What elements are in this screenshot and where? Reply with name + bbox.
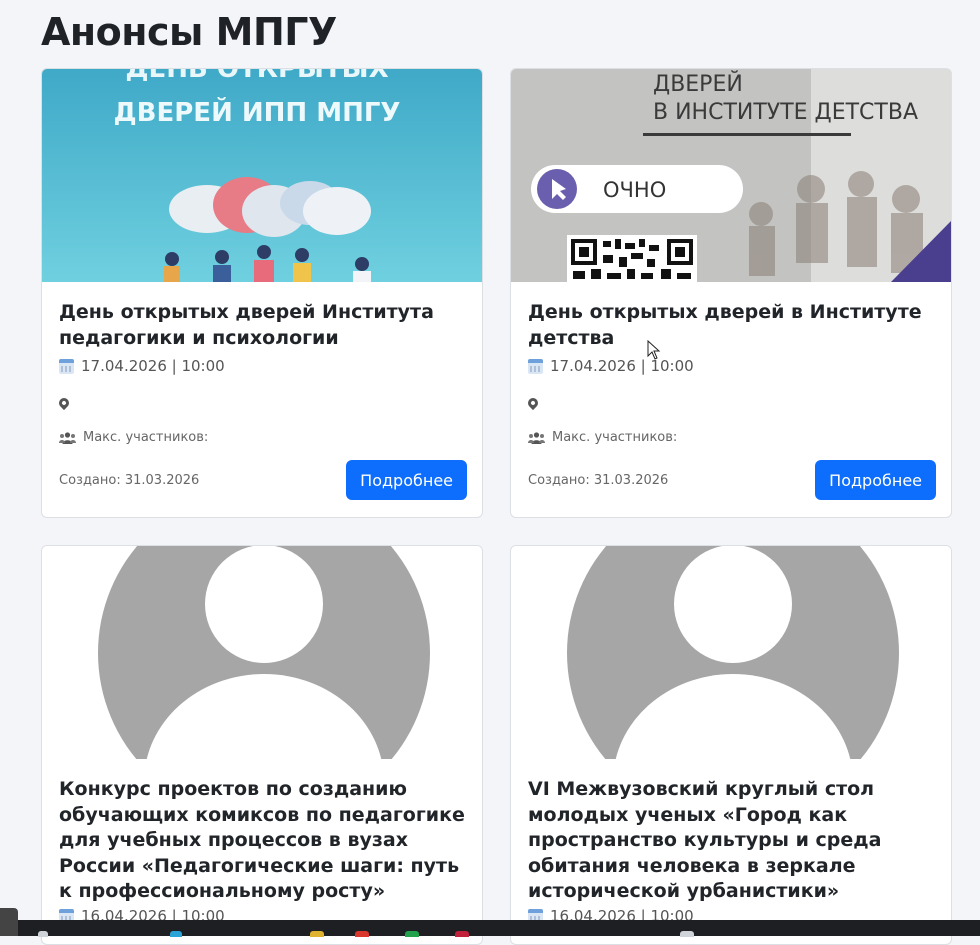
event-location: [525, 395, 545, 412]
details-button[interactable]: Подробнее: [346, 460, 467, 500]
event-title[interactable]: VI Межвузовский круглый стол молодых уче…: [528, 777, 938, 905]
taskbar-app-icon[interactable]: [405, 931, 419, 937]
event-card: ДВЕРЕЙ В ИНСТИТУТЕ ДЕТСТВА ОЧНО День отк…: [510, 68, 952, 518]
event-max-participants: Макс. участников:: [528, 430, 677, 445]
card-body: Конкурс проектов по созданию обучающих к…: [42, 759, 482, 944]
taskbar-app-icon[interactable]: [310, 931, 324, 937]
event-max-participants: Макс. участников:: [59, 430, 208, 445]
avatar-placeholder-image[interactable]: [42, 546, 482, 759]
event-poster-image[interactable]: ДВЕРЕЙ В ИНСТИТУТЕ ДЕТСТВА ОЧНО: [511, 69, 951, 282]
card-body: День открытых дверей в Институте детства…: [511, 282, 951, 517]
event-location: [56, 395, 76, 412]
taskbar-app-icon[interactable]: [680, 931, 694, 937]
event-date: 17.04.2026 | 10:00: [528, 357, 694, 375]
user-placeholder-icon: [567, 546, 899, 759]
taskbar-app-icon[interactable]: [355, 931, 369, 937]
created-date: Создано: 31.03.2026: [528, 473, 669, 488]
users-icon: [59, 431, 76, 444]
poster-text-line1: ДВЕРЕЙ: [653, 71, 743, 97]
event-date: 17.04.2026 | 10:00: [59, 357, 225, 375]
event-card: VI Межвузовский круглый стол молодых уче…: [510, 545, 952, 945]
card-body: VI Межвузовский круглый стол молодых уче…: [511, 759, 951, 944]
poster-text-line2: В ИНСТИТУТЕ ДЕТСТВА: [653, 100, 918, 125]
calendar-icon: [528, 358, 543, 374]
poster-text-line1: ДЕНЬ ОТКРЫТЫХ: [125, 69, 388, 84]
taskbar-app-icon[interactable]: [38, 931, 48, 937]
mouse-cursor-icon: [647, 340, 661, 360]
location-pin-icon: [56, 395, 72, 411]
details-button[interactable]: Подробнее: [815, 460, 936, 500]
taskbar-app-icon[interactable]: [170, 931, 182, 937]
page-title: Анонсы МПГУ: [41, 10, 337, 54]
event-title[interactable]: Конкурс проектов по созданию обучающих к…: [59, 777, 469, 905]
os-taskbar: [0, 920, 980, 936]
event-date-text: 17.04.2026 | 10:00: [81, 357, 225, 375]
event-card: ДЕНЬ ОТКРЫТЫХ ДВЕРЕЙ ИПП МПГУ День откры…: [41, 68, 483, 518]
avatar-placeholder-image[interactable]: [511, 546, 951, 759]
created-date: Создано: 31.03.2026: [59, 473, 200, 488]
taskbar-app-icon[interactable]: [455, 931, 469, 937]
event-date-text: 17.04.2026 | 10:00: [550, 357, 694, 375]
calendar-icon: [59, 358, 74, 374]
start-button[interactable]: [0, 908, 18, 936]
max-participants-label: Макс. участников:: [83, 430, 209, 445]
users-icon: [528, 431, 545, 444]
card-body: День открытых дверей Института педагогик…: [42, 282, 482, 517]
event-poster-image[interactable]: ДЕНЬ ОТКРЫТЫХ ДВЕРЕЙ ИПП МПГУ: [42, 69, 482, 282]
location-pin-icon: [525, 395, 541, 411]
max-participants-label: Макс. участников:: [552, 430, 678, 445]
poster-badge-text: ОЧНО: [603, 178, 666, 202]
user-placeholder-icon: [98, 546, 430, 759]
event-title[interactable]: День открытых дверей Института педагогик…: [59, 300, 469, 351]
event-card: Конкурс проектов по созданию обучающих к…: [41, 545, 483, 945]
poster-text-line2: ДВЕРЕЙ ИПП МПГУ: [114, 96, 401, 128]
event-title[interactable]: День открытых дверей в Институте детства: [528, 300, 938, 351]
